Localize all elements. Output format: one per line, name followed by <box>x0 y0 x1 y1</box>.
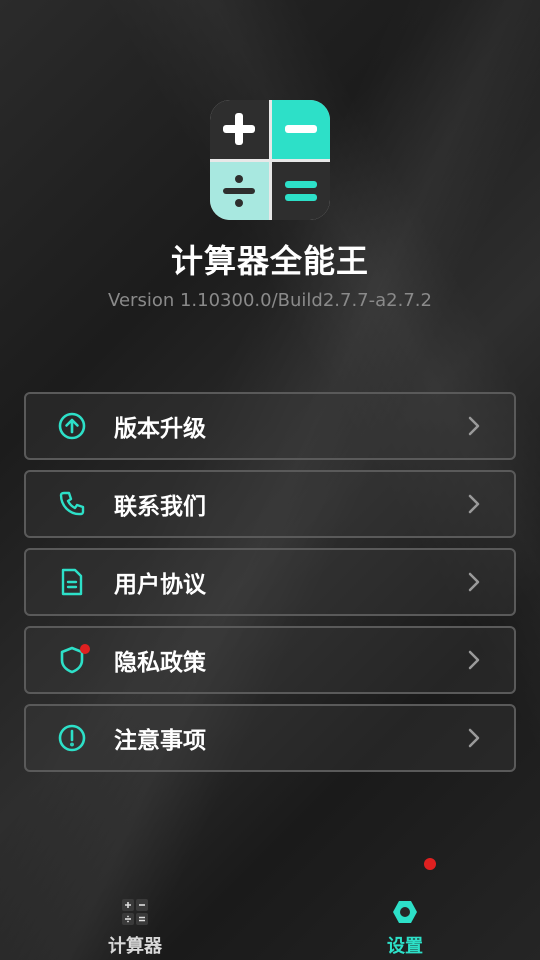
tab-calculator[interactable]: 计算器 <box>65 892 205 958</box>
divide-quadrant <box>210 161 269 220</box>
settings-notification-dot <box>424 858 436 870</box>
tab-settings-label: 设置 <box>387 936 423 957</box>
menu-item-upgrade[interactable]: 版本升级 <box>24 392 516 460</box>
document-icon <box>52 562 92 602</box>
menu-item-contact[interactable]: 联系我们 <box>24 470 516 538</box>
tab-calculator-label: 计算器 <box>108 936 162 957</box>
bottom-tab-bar: 计算器 设置 <box>0 858 540 960</box>
shield-icon <box>52 640 92 680</box>
app-logo <box>210 100 330 220</box>
plus-quadrant <box>210 100 269 159</box>
menu-item-label: 联系我们 <box>114 494 206 520</box>
menu-item-label: 注意事项 <box>114 728 206 754</box>
tab-settings[interactable]: 设置 <box>335 892 475 958</box>
menu-item-notes[interactable]: 注意事项 <box>24 704 516 772</box>
menu-item-label: 隐私政策 <box>114 650 206 676</box>
menu-item-user-agreement[interactable]: 用户协议 <box>24 548 516 616</box>
menu-item-label: 用户协议 <box>114 572 206 598</box>
menu-item-label: 版本升级 <box>114 416 206 442</box>
settings-hex-icon <box>335 892 475 932</box>
chevron-right-icon <box>462 648 486 672</box>
equals-quadrant <box>271 161 330 220</box>
menu-item-privacy-policy[interactable]: 隐私政策 <box>24 626 516 694</box>
app-title: 计算器全能王 <box>170 242 369 280</box>
minus-quadrant <box>271 100 330 159</box>
phone-icon <box>52 484 92 524</box>
notification-dot <box>80 644 90 654</box>
chevron-right-icon <box>462 414 486 438</box>
version-text: Version 1.10300.0/Build2.7.7-a2.7.2 <box>108 290 432 311</box>
exclamation-circle-icon <box>52 718 92 758</box>
settings-menu: 版本升级 联系我们 用户协议 隐私政策 注意事项 <box>24 392 516 782</box>
chevron-right-icon <box>462 492 486 516</box>
chevron-right-icon <box>462 726 486 750</box>
calculator-icon <box>65 892 205 932</box>
upload-circle-icon <box>52 406 92 446</box>
chevron-right-icon <box>462 570 486 594</box>
